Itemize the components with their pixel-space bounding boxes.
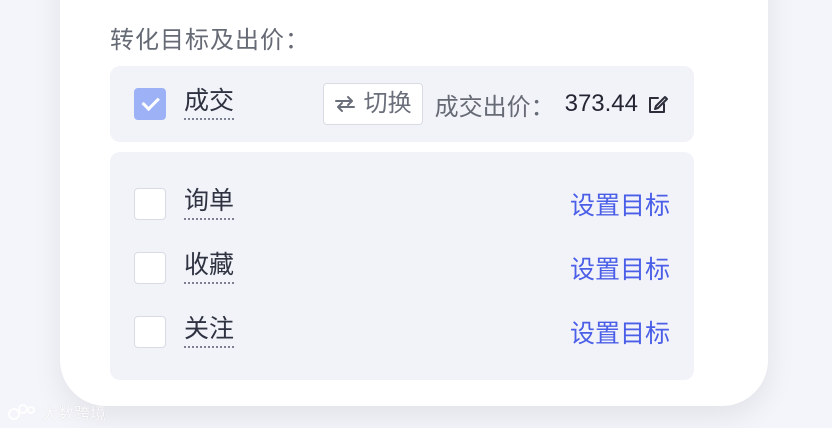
primary-goal-row: 成交 切换 成交出价： 373.44	[134, 83, 670, 125]
set-goal-link[interactable]: 设置目标	[570, 186, 670, 222]
switch-button-label: 切换	[363, 90, 412, 117]
set-goal-link[interactable]: 设置目标	[570, 314, 670, 350]
set-goal-link[interactable]: 设置目标	[570, 250, 670, 286]
watermark: 大数跨境	[8, 400, 106, 424]
goal-checkbox[interactable]	[134, 316, 166, 348]
primary-goal-label: 成交	[184, 88, 235, 120]
app-frame: 转化目标及出价： 成交 切换 成交出价： 373.44 询单 设置目标 收藏 设…	[0, 0, 832, 428]
settings-panel: 转化目标及出价： 成交 切换 成交出价： 373.44 询单 设置目标 收藏 设…	[60, 0, 768, 406]
goal-checkbox[interactable]	[134, 188, 166, 220]
goal-row: 询单 设置目标	[134, 184, 670, 224]
edit-icon[interactable]	[646, 92, 670, 116]
other-goals-card: 询单 设置目标 收藏 设置目标 关注 设置目标	[110, 152, 694, 380]
goal-checkbox[interactable]	[134, 252, 166, 284]
goal-row: 关注 设置目标	[134, 312, 670, 352]
bid-value: 373.44	[564, 90, 638, 117]
watermark-logo-icon	[8, 404, 35, 420]
section-title: 转化目标及出价：	[110, 27, 310, 54]
watermark-text: 大数跨境	[42, 406, 107, 423]
switch-button[interactable]: 切换	[322, 83, 423, 125]
goal-label: 关注	[184, 316, 235, 348]
primary-goal-card: 成交 切换 成交出价： 373.44	[110, 66, 694, 142]
goal-label: 收藏	[184, 252, 235, 284]
goal-label: 询单	[184, 188, 235, 220]
swap-icon	[334, 96, 355, 112]
bid-label: 成交出价：	[434, 93, 555, 121]
check-icon	[141, 92, 160, 112]
goal-row: 收藏 设置目标	[134, 248, 670, 288]
primary-goal-checkbox[interactable]	[134, 88, 166, 120]
